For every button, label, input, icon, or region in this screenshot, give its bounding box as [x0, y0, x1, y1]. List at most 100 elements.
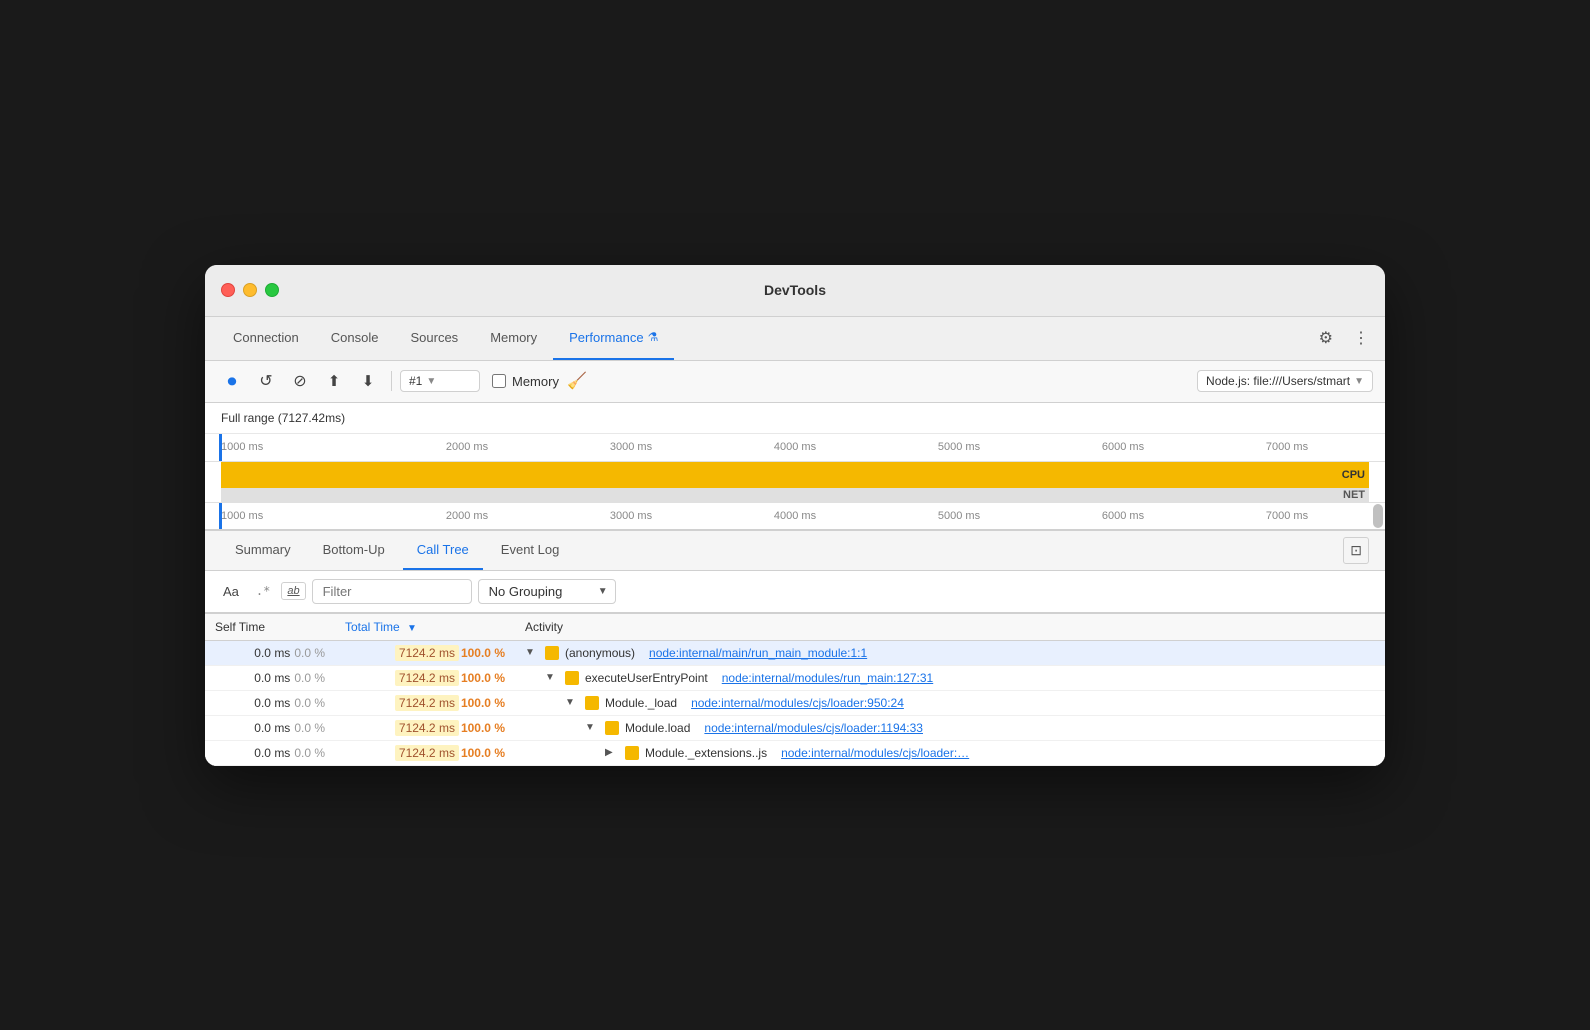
total-pct-value: 100.0 %	[461, 671, 505, 685]
self-time-value: 0.0 ms	[254, 646, 290, 660]
reload-button[interactable]: ↺	[251, 366, 281, 396]
tab-event-log[interactable]: Event Log	[487, 531, 574, 570]
func-name: (anonymous)	[565, 646, 635, 660]
timeline-header: Full range (7127.42ms)	[205, 403, 1385, 434]
top-ruler: 1000 ms 2000 ms 3000 ms 4000 ms 5000 ms …	[205, 434, 1385, 462]
table-row[interactable]: 0.0 ms0.0 %7124.2 ms100.0 % ▶ Module._ex…	[205, 740, 1385, 765]
func-name: executeUserEntryPoint	[585, 671, 708, 685]
table-container: Self Time Total Time ▼ Activity 0.0 ms0.…	[205, 613, 1385, 766]
self-pct-value: 0.0 %	[294, 746, 325, 760]
tab-sources[interactable]: Sources	[394, 317, 474, 360]
self-time-value: 0.0 ms	[254, 746, 290, 760]
table-row[interactable]: 0.0 ms0.0 %7124.2 ms100.0 % ▼ Module._lo…	[205, 690, 1385, 715]
memory-check-container: Memory	[492, 374, 559, 389]
download-button[interactable]: ⬇	[353, 366, 383, 396]
self-time-value: 0.0 ms	[254, 721, 290, 735]
regex-button[interactable]: .*	[251, 581, 275, 601]
timeline-area: Full range (7127.42ms) 1000 ms 2000 ms 3…	[205, 403, 1385, 531]
record-button[interactable]: ⏺	[217, 366, 247, 396]
th-total-time[interactable]: Total Time ▼	[335, 614, 515, 641]
devtools-window: DevTools Connection Console Sources Memo…	[205, 265, 1385, 766]
tabs-bar: Connection Console Sources Memory Perfor…	[205, 317, 1385, 361]
expand-arrow-icon[interactable]: ▶	[605, 747, 619, 758]
more-button[interactable]: ⋮	[1349, 324, 1373, 352]
memory-checkbox[interactable]	[492, 374, 506, 388]
maximize-button[interactable]	[265, 283, 279, 297]
ruler-scrollbar[interactable]	[1373, 504, 1383, 528]
tab-console[interactable]: Console	[315, 317, 395, 360]
divider-1	[391, 371, 392, 391]
func-name: Module.load	[625, 721, 690, 735]
profile-selector[interactable]: #1 ▼	[400, 370, 480, 392]
memory-label: Memory	[512, 374, 559, 389]
cpu-label: CPU	[1342, 469, 1365, 481]
upload-button[interactable]: ⬆	[319, 366, 349, 396]
table-row[interactable]: 0.0 ms 0.0 % 7124.2 ms100.0 % ▼ executeUse…	[205, 665, 1385, 690]
close-button[interactable]	[221, 283, 235, 297]
tab-performance[interactable]: Performance ⚗	[553, 317, 674, 360]
grouping-wrapper: No Grouping Group by URL Group by Domain…	[478, 579, 616, 604]
net-bar-container: NET	[205, 488, 1385, 502]
match-whole-word-button[interactable]: ab	[281, 582, 305, 600]
tab-memory[interactable]: Memory	[474, 317, 553, 360]
case-sensitive-button[interactable]: Aa	[217, 581, 245, 602]
table-header-row: Self Time Total Time ▼ Activity	[205, 614, 1385, 641]
func-link[interactable]: node:internal/modules/cjs/loader:…	[781, 746, 969, 760]
total-pct-value: 100.0 %	[461, 746, 505, 760]
grouping-select[interactable]: No Grouping Group by URL Group by Domain	[478, 579, 616, 604]
tabs-actions: ⚙ ⋮	[1315, 324, 1373, 352]
expand-arrow-icon[interactable]: ▼	[585, 722, 599, 733]
title-bar: DevTools	[205, 265, 1385, 317]
self-pct-value: 0.0 %	[294, 671, 325, 685]
expand-arrow-icon[interactable]: ▼	[525, 647, 539, 658]
toolbar: ⏺ ↺ ⊘ ⬆ ⬇ #1 ▼ Memory 🧹 Node.js: file://…	[205, 361, 1385, 403]
func-name: Module._load	[605, 696, 677, 710]
node-arrow-icon: ▼	[1354, 376, 1364, 387]
profile-arrow-icon: ▼	[426, 376, 436, 387]
func-link[interactable]: node:internal/modules/run_main:127:31	[722, 671, 933, 685]
ruler-marks-top: 1000 ms 2000 ms 3000 ms 4000 ms 5000 ms …	[205, 441, 1385, 453]
tab-bottom-up[interactable]: Bottom-Up	[309, 531, 399, 570]
panel-toggle-button[interactable]: ⊡	[1343, 537, 1369, 564]
ruler-mark-5000: 5000 ms	[877, 441, 1041, 453]
total-time-value: 7124.2 ms	[395, 670, 459, 686]
settings-button[interactable]: ⚙	[1315, 324, 1337, 352]
ruler-mark-b-2000: 2000 ms	[385, 510, 549, 522]
tab-summary[interactable]: Summary	[221, 531, 305, 570]
self-pct-value: 0.0 %	[294, 696, 325, 710]
table-row[interactable]: 0.0 ms0.0 %7124.2 ms100.0 % ▼ (anonymous…	[205, 640, 1385, 665]
func-link[interactable]: node:internal/modules/cjs/loader:1194:33	[704, 721, 923, 735]
func-link[interactable]: node:internal/modules/cjs/loader:950:24	[691, 696, 904, 710]
self-time-value: 0.0 ms	[254, 671, 290, 685]
ruler-mark-1000: 1000 ms	[221, 441, 385, 453]
expand-arrow-icon[interactable]: ▼	[545, 672, 559, 683]
tab-call-tree[interactable]: Call Tree	[403, 531, 483, 570]
ruler-mark-b-4000: 4000 ms	[713, 510, 877, 522]
tab-connection[interactable]: Connection	[217, 317, 315, 360]
func-icon	[545, 646, 559, 660]
window-title: DevTools	[764, 282, 826, 298]
range-label: Full range (7127.42ms)	[221, 411, 345, 425]
filter-bar: Aa .* ab No Grouping Group by URL Group …	[205, 571, 1385, 613]
bottom-ruler: 1000 ms 2000 ms 3000 ms 4000 ms 5000 ms …	[205, 502, 1385, 530]
th-activity: Activity	[515, 614, 1385, 641]
broom-icon[interactable]: 🧹	[567, 371, 587, 391]
total-pct-value: 100.0 %	[461, 646, 505, 660]
filter-input[interactable]	[312, 579, 472, 604]
ruler-mark-3000: 3000 ms	[549, 441, 713, 453]
node-label: Node.js: file:///Users/stmart	[1206, 374, 1350, 388]
func-icon	[585, 696, 599, 710]
func-link[interactable]: node:internal/main/run_main_module:1:1	[649, 646, 867, 660]
ruler-mark-b-6000: 6000 ms	[1041, 510, 1205, 522]
minimize-button[interactable]	[243, 283, 257, 297]
bottom-tabs: Summary Bottom-Up Call Tree Event Log ⊡	[205, 531, 1385, 571]
table-row[interactable]: 0.0 ms0.0 %7124.2 ms100.0 % ▼ Module.loa…	[205, 715, 1385, 740]
ruler-mark-b-1000: 1000 ms	[221, 510, 385, 522]
expand-arrow-icon[interactable]: ▼	[565, 697, 579, 708]
total-pct-value: 100.0 %	[461, 696, 505, 710]
clear-button[interactable]: ⊘	[285, 366, 315, 396]
ruler-mark-b-3000: 3000 ms	[549, 510, 713, 522]
net-label: NET	[1343, 489, 1365, 501]
self-pct-value: 0.0 %	[294, 721, 325, 735]
node-selector[interactable]: Node.js: file:///Users/stmart ▼	[1197, 370, 1373, 392]
